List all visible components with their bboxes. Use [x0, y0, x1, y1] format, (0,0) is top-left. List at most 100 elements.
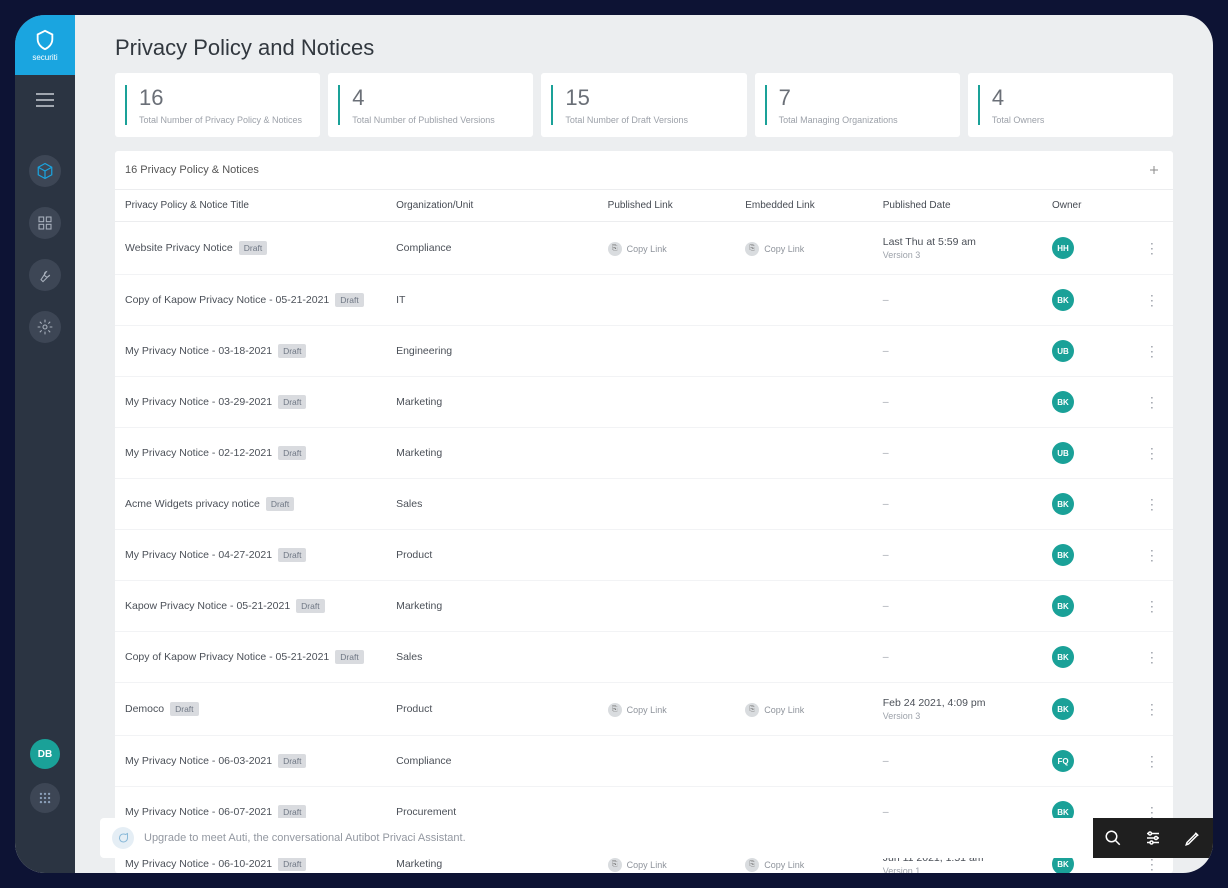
row-title: Copy of Kapow Privacy Notice - 05-21-202…: [125, 294, 329, 306]
chat-prompt[interactable]: Upgrade to meet Auti, the conversational…: [100, 818, 1093, 858]
copy-link[interactable]: ⎘Copy Link: [745, 858, 804, 872]
table-row[interactable]: DemocoDraft Product ⎘Copy Link ⎘Copy Lin…: [115, 683, 1173, 736]
owner-badge[interactable]: BK: [1052, 698, 1074, 720]
row-more-button[interactable]: ⋮: [1145, 753, 1159, 769]
table-container: 16 Privacy Policy & Notices Privacy Poli…: [115, 151, 1173, 873]
copy-link[interactable]: ⎘Copy Link: [745, 703, 804, 717]
col-title[interactable]: Privacy Policy & Notice Title: [115, 190, 390, 222]
owner-badge[interactable]: BK: [1052, 544, 1074, 566]
draft-badge: Draft: [278, 446, 306, 460]
row-more-button[interactable]: ⋮: [1145, 598, 1159, 614]
link-icon: ⎘: [745, 242, 759, 256]
table-row[interactable]: Copy of Kapow Privacy Notice - 05-21-202…: [115, 632, 1173, 683]
owner-badge[interactable]: BK: [1052, 289, 1074, 311]
draft-badge: Draft: [239, 241, 267, 255]
date-empty: –: [883, 498, 889, 510]
link-icon: ⎘: [745, 858, 759, 872]
table-row[interactable]: Kapow Privacy Notice - 05-21-2021Draft M…: [115, 581, 1173, 632]
nav-tools[interactable]: [29, 259, 61, 291]
copy-link[interactable]: ⎘Copy Link: [745, 242, 804, 256]
row-title: My Privacy Notice - 03-29-2021: [125, 396, 272, 408]
owner-badge[interactable]: BK: [1052, 391, 1074, 413]
owner-badge[interactable]: UB: [1052, 442, 1074, 464]
table-row[interactable]: My Privacy Notice - 04-27-2021Draft Prod…: [115, 530, 1173, 581]
draft-badge: Draft: [170, 702, 198, 716]
stat-card[interactable]: 15Total Number of Draft Versions: [541, 73, 746, 137]
row-title: Website Privacy Notice: [125, 242, 233, 254]
stat-card[interactable]: 7Total Managing Organizations: [755, 73, 960, 137]
row-more-button[interactable]: ⋮: [1145, 496, 1159, 512]
chat-icon: [112, 827, 134, 849]
stat-card[interactable]: 4Total Number of Published Versions: [328, 73, 533, 137]
add-button[interactable]: [1145, 161, 1163, 179]
col-owner[interactable]: Owner: [1046, 190, 1131, 222]
date-empty: –: [883, 447, 889, 459]
gear-icon: [37, 319, 53, 335]
search-button[interactable]: [1093, 818, 1133, 858]
edit-button[interactable]: [1173, 818, 1213, 858]
row-more-button[interactable]: ⋮: [1145, 701, 1159, 717]
owner-badge[interactable]: HH: [1052, 237, 1074, 259]
apps-button[interactable]: [30, 783, 60, 813]
stat-value: 15: [555, 85, 732, 111]
row-org: Marketing: [390, 428, 602, 479]
row-org: Marketing: [390, 581, 602, 632]
date-text: Feb 24 2021, 4:09 pm: [883, 697, 986, 709]
date-empty: –: [883, 600, 889, 612]
owner-badge[interactable]: UB: [1052, 340, 1074, 362]
stat-label: Total Managing Organizations: [769, 115, 946, 125]
table-row[interactable]: My Privacy Notice - 03-29-2021Draft Mark…: [115, 377, 1173, 428]
col-elink[interactable]: Embedded Link: [739, 190, 877, 222]
stats-row: 16Total Number of Privacy Policy & Notic…: [75, 73, 1213, 137]
shield-icon: [34, 29, 56, 51]
filter-button[interactable]: [1133, 818, 1173, 858]
nav-settings[interactable]: [29, 311, 61, 343]
table-row[interactable]: My Privacy Notice - 03-18-2021Draft Engi…: [115, 326, 1173, 377]
draft-badge: Draft: [266, 497, 294, 511]
draft-badge: Draft: [335, 293, 363, 307]
stat-card[interactable]: 16Total Number of Privacy Policy & Notic…: [115, 73, 320, 137]
copy-link[interactable]: ⎘Copy Link: [608, 703, 667, 717]
owner-badge[interactable]: BK: [1052, 595, 1074, 617]
row-more-button[interactable]: ⋮: [1145, 292, 1159, 308]
table-row[interactable]: Acme Widgets privacy noticeDraft Sales –…: [115, 479, 1173, 530]
menu-toggle[interactable]: [36, 93, 54, 107]
nav-cube[interactable]: [29, 155, 61, 187]
link-icon: ⎘: [608, 858, 622, 872]
date-text: Last Thu at 5:59 am: [883, 236, 976, 248]
row-title: Copy of Kapow Privacy Notice - 05-21-202…: [125, 651, 329, 663]
col-org[interactable]: Organization/Unit: [390, 190, 602, 222]
user-avatar[interactable]: DB: [30, 739, 60, 769]
row-more-button[interactable]: ⋮: [1145, 649, 1159, 665]
owner-badge[interactable]: FQ: [1052, 750, 1074, 772]
row-more-button[interactable]: ⋮: [1145, 343, 1159, 359]
table-row[interactable]: My Privacy Notice - 02-12-2021Draft Mark…: [115, 428, 1173, 479]
draft-badge: Draft: [278, 344, 306, 358]
row-more-button[interactable]: ⋮: [1145, 547, 1159, 563]
sidebar: securiti DB: [15, 15, 75, 873]
date-empty: –: [883, 396, 889, 408]
row-title: Democo: [125, 703, 164, 715]
row-title: Acme Widgets privacy notice: [125, 498, 260, 510]
row-more-button[interactable]: ⋮: [1145, 394, 1159, 410]
date-empty: –: [883, 345, 889, 357]
row-more-button[interactable]: ⋮: [1145, 240, 1159, 256]
table-row[interactable]: Website Privacy NoticeDraft Compliance ⎘…: [115, 222, 1173, 275]
draft-badge: Draft: [278, 754, 306, 768]
brand-logo[interactable]: securiti: [15, 15, 75, 75]
stat-card[interactable]: 4Total Owners: [968, 73, 1173, 137]
stat-label: Total Number of Privacy Policy & Notices: [129, 115, 306, 125]
row-org: IT: [390, 275, 602, 326]
table-row[interactable]: Copy of Kapow Privacy Notice - 05-21-202…: [115, 275, 1173, 326]
col-date[interactable]: Published Date: [877, 190, 1046, 222]
row-more-button[interactable]: ⋮: [1145, 445, 1159, 461]
table-row[interactable]: My Privacy Notice - 06-03-2021Draft Comp…: [115, 736, 1173, 787]
copy-link[interactable]: ⎘Copy Link: [608, 858, 667, 872]
table-title: 16 Privacy Policy & Notices: [125, 164, 1145, 176]
nav-dashboard[interactable]: [29, 207, 61, 239]
copy-link[interactable]: ⎘Copy Link: [608, 242, 667, 256]
col-plink[interactable]: Published Link: [602, 190, 740, 222]
owner-badge[interactable]: BK: [1052, 646, 1074, 668]
owner-badge[interactable]: BK: [1052, 493, 1074, 515]
draft-badge: Draft: [278, 857, 306, 871]
